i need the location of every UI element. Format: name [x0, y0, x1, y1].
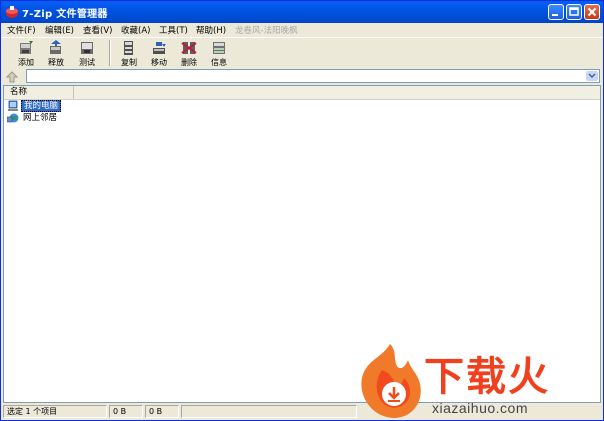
chevron-down-icon [588, 73, 596, 79]
7zip-app-icon [6, 6, 18, 18]
menu-bar: 文件(F) 编辑(E) 查看(V) 收藏(A) 工具(T) 帮助(H) 龙卷风-… [1, 23, 603, 37]
extract-button[interactable]: 释放 [43, 40, 69, 68]
info-button[interactable]: 信息 [206, 40, 232, 68]
watermark: 下载火 xiazaihuo.com [352, 340, 604, 421]
watermark-url: xiazaihuo.com [432, 400, 528, 416]
address-input[interactable] [26, 69, 600, 83]
watermark-brand: 下载火 [424, 354, 550, 400]
menu-disabled-extra: 龙卷风-法阳晚枫 [235, 26, 298, 36]
test-label: 测试 [79, 58, 95, 67]
test-button[interactable]: 测试 [74, 40, 100, 68]
window-title: 7-Zip 文件管理器 [22, 9, 108, 20]
delete-label: 删除 [181, 58, 197, 67]
extract-icon [50, 40, 61, 54]
move-button[interactable]: 移动 [146, 40, 172, 68]
maximize-button[interactable] [566, 4, 582, 20]
add-button[interactable]: 添加 [13, 40, 39, 68]
info-icon [213, 42, 225, 54]
menu-favorites[interactable]: 收藏(A) [121, 24, 150, 36]
toolbar-separator [109, 40, 111, 66]
copy-button[interactable]: 复制 [116, 40, 142, 68]
menu-view[interactable]: 查看(V) [83, 24, 112, 36]
column-header-name[interactable]: 名称 [4, 86, 74, 99]
copy-icon [124, 41, 133, 55]
close-icon [587, 7, 597, 17]
list-item-label: 我的电脑 [21, 100, 62, 112]
move-icon [153, 42, 166, 54]
info-label: 信息 [211, 58, 227, 67]
status-empty-cell [181, 405, 357, 418]
delete-button[interactable]: 删除 [176, 40, 202, 68]
menu-edit[interactable]: 编辑(E) [45, 24, 74, 36]
computer-icon [8, 100, 18, 111]
status-selected-count: 选定 1 个项目 [3, 405, 107, 418]
add-label: 添加 [18, 58, 34, 67]
test-icon [81, 42, 93, 54]
close-button[interactable] [584, 4, 600, 20]
move-label: 移动 [151, 58, 167, 67]
delete-icon [181, 42, 197, 54]
address-bar [1, 69, 603, 85]
network-icon [7, 113, 19, 123]
toolbar: 添加 释放 测试 复制 移动 删除 信息 [1, 38, 603, 68]
maximize-icon [569, 7, 579, 16]
menu-tools[interactable]: 工具(T) [159, 24, 188, 36]
list-item-label: 网上邻居 [23, 113, 58, 123]
status-size-2: 0 B [145, 405, 179, 418]
copy-label: 复制 [121, 58, 137, 67]
title-bar[interactable]: 7-Zip 文件管理器 [1, 1, 603, 23]
minimize-icon [552, 14, 558, 16]
minimize-button[interactable] [548, 4, 564, 20]
menu-help[interactable]: 帮助(H) [196, 24, 226, 36]
address-dropdown-button[interactable] [586, 71, 598, 81]
status-size-1: 0 B [109, 405, 143, 418]
extract-label: 释放 [48, 58, 64, 67]
flame-logo-icon [361, 344, 421, 418]
add-icon [20, 41, 33, 54]
menu-file[interactable]: 文件(F) [7, 24, 36, 36]
up-folder-icon[interactable] [5, 70, 19, 84]
list-header: 名称 [4, 86, 600, 100]
